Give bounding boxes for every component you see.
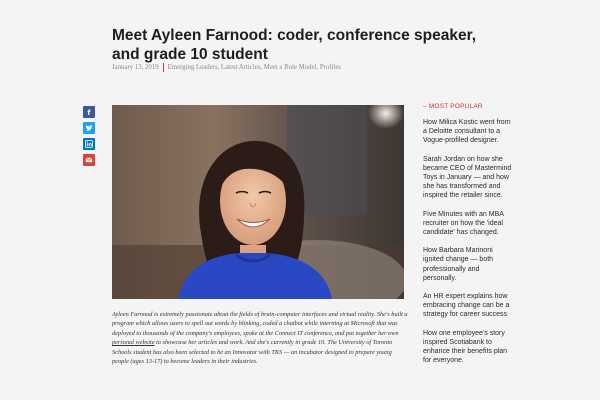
share-bar: f bbox=[83, 106, 95, 170]
personal-website-link[interactable]: personal website bbox=[112, 339, 155, 346]
caption-text-2: to showcase her articles and work. And s… bbox=[112, 339, 393, 366]
popular-article-link[interactable]: How one employee's story inspired Scotia… bbox=[423, 329, 513, 366]
popular-article-link[interactable]: How Milica Kostic went from a Deloitte c… bbox=[423, 118, 513, 146]
article-title: Meet Ayleen Farnood: coder, conference s… bbox=[112, 27, 477, 63]
article-date: January 13, 2019 bbox=[112, 64, 159, 72]
hero-photo bbox=[112, 105, 404, 299]
article-page: Meet Ayleen Farnood: coder, conference s… bbox=[0, 0, 600, 400]
popular-article-link[interactable]: An HR expert explains how embracing chan… bbox=[423, 292, 513, 320]
meta-divider bbox=[162, 63, 164, 72]
most-popular-heading: – MOST POPULAR bbox=[423, 103, 483, 110]
facebook-icon[interactable]: f bbox=[83, 106, 95, 118]
portrait-image bbox=[112, 105, 404, 299]
article-categories[interactable]: Emerging Leaders, Latest Articles, Meet … bbox=[168, 64, 341, 71]
photo-caption: Ayleen Farnood is extremely passionate a… bbox=[112, 310, 408, 366]
most-popular-list: How Milica Kostic went from a Deloitte c… bbox=[423, 118, 513, 365]
twitter-icon[interactable] bbox=[83, 122, 95, 134]
caption-text-1: Ayleen Farnood is extremely passionate a… bbox=[112, 311, 408, 337]
email-icon[interactable] bbox=[83, 154, 95, 166]
popular-article-link[interactable]: Five Minutes with an MBA recruiter on ho… bbox=[423, 210, 513, 238]
popular-article-link[interactable]: How Barbara Marinoni ignited change — bo… bbox=[423, 246, 513, 283]
most-popular-sidebar: – MOST POPULAR How Milica Kostic went fr… bbox=[423, 103, 513, 374]
linkedin-icon[interactable] bbox=[83, 138, 95, 150]
popular-article-link[interactable]: Sarah Jordan on how she became CEO of Ma… bbox=[423, 155, 513, 201]
svg-text:f: f bbox=[87, 109, 91, 116]
article-meta: January 13, 2019 Emerging Leaders, Latest… bbox=[112, 63, 341, 72]
